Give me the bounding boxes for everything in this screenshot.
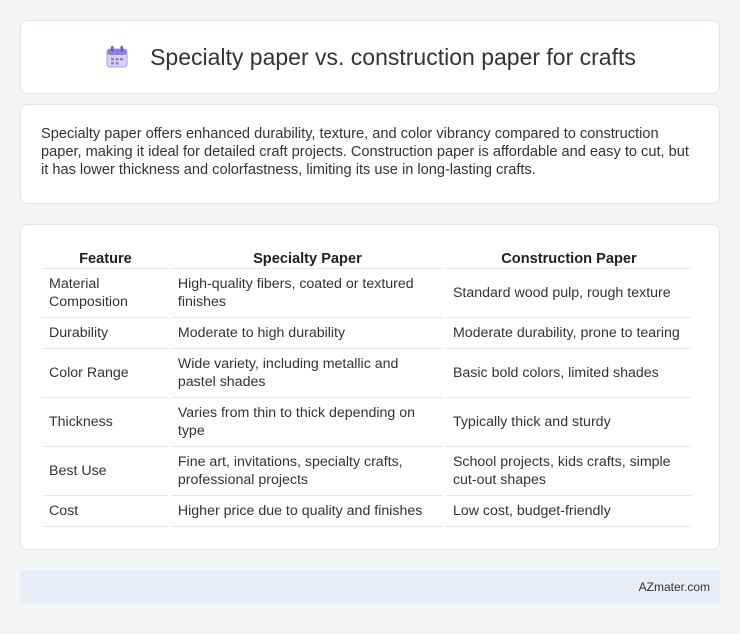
table-cell: Higher price due to quality and finishes [171, 496, 443, 527]
table-cell: Low cost, budget-friendly [446, 496, 691, 527]
table-row: Color Range Wide variety, including meta… [43, 349, 691, 398]
table-header-row: Feature Specialty Paper Construction Pap… [43, 245, 691, 269]
footer-brand: AZmater.com [638, 580, 710, 594]
comparison-table: Feature Specialty Paper Construction Pap… [39, 245, 695, 527]
table-cell: Durability [43, 318, 168, 349]
table-row: Cost Higher price due to quality and fin… [43, 496, 691, 527]
calendar-icon [104, 44, 130, 70]
column-header: Construction Paper [446, 245, 691, 269]
table-cell: School projects, kids crafts, simple cut… [446, 447, 691, 496]
table-row: Material Composition High-quality fibers… [43, 269, 691, 318]
table-cell: Best Use [43, 447, 168, 496]
table-row: Durability Moderate to high durability M… [43, 318, 691, 349]
table-cell: Cost [43, 496, 168, 527]
table-cell: Standard wood pulp, rough texture [446, 269, 691, 318]
summary-text: Specialty paper offers enhanced durabili… [41, 126, 689, 178]
comparison-table-card: Feature Specialty Paper Construction Pap… [20, 224, 720, 550]
summary-card: Specialty paper offers enhanced durabili… [20, 104, 720, 204]
table-cell: Thickness [43, 398, 168, 447]
table-cell: High-quality fibers, coated or textured … [171, 269, 443, 318]
table-cell: Basic bold colors, limited shades [446, 349, 691, 398]
table-cell: Wide variety, including metallic and pas… [171, 349, 443, 398]
column-header: Specialty Paper [171, 245, 443, 269]
table-row: Best Use Fine art, invitations, specialt… [43, 447, 691, 496]
table-cell: Moderate to high durability [171, 318, 443, 349]
table-row: Thickness Varies from thin to thick depe… [43, 398, 691, 447]
table-cell: Typically thick and sturdy [446, 398, 691, 447]
title-card: Specialty paper vs. construction paper f… [20, 20, 720, 94]
table-cell: Moderate durability, prone to tearing [446, 318, 691, 349]
page-title: Specialty paper vs. construction paper f… [150, 43, 636, 70]
footer: AZmater.com [20, 570, 720, 604]
table-cell: Fine art, invitations, specialty crafts,… [171, 447, 443, 496]
table-cell: Color Range [43, 349, 168, 398]
table-cell: Varies from thin to thick depending on t… [171, 398, 443, 447]
column-header: Feature [43, 245, 168, 269]
table-cell: Material Composition [43, 269, 168, 318]
